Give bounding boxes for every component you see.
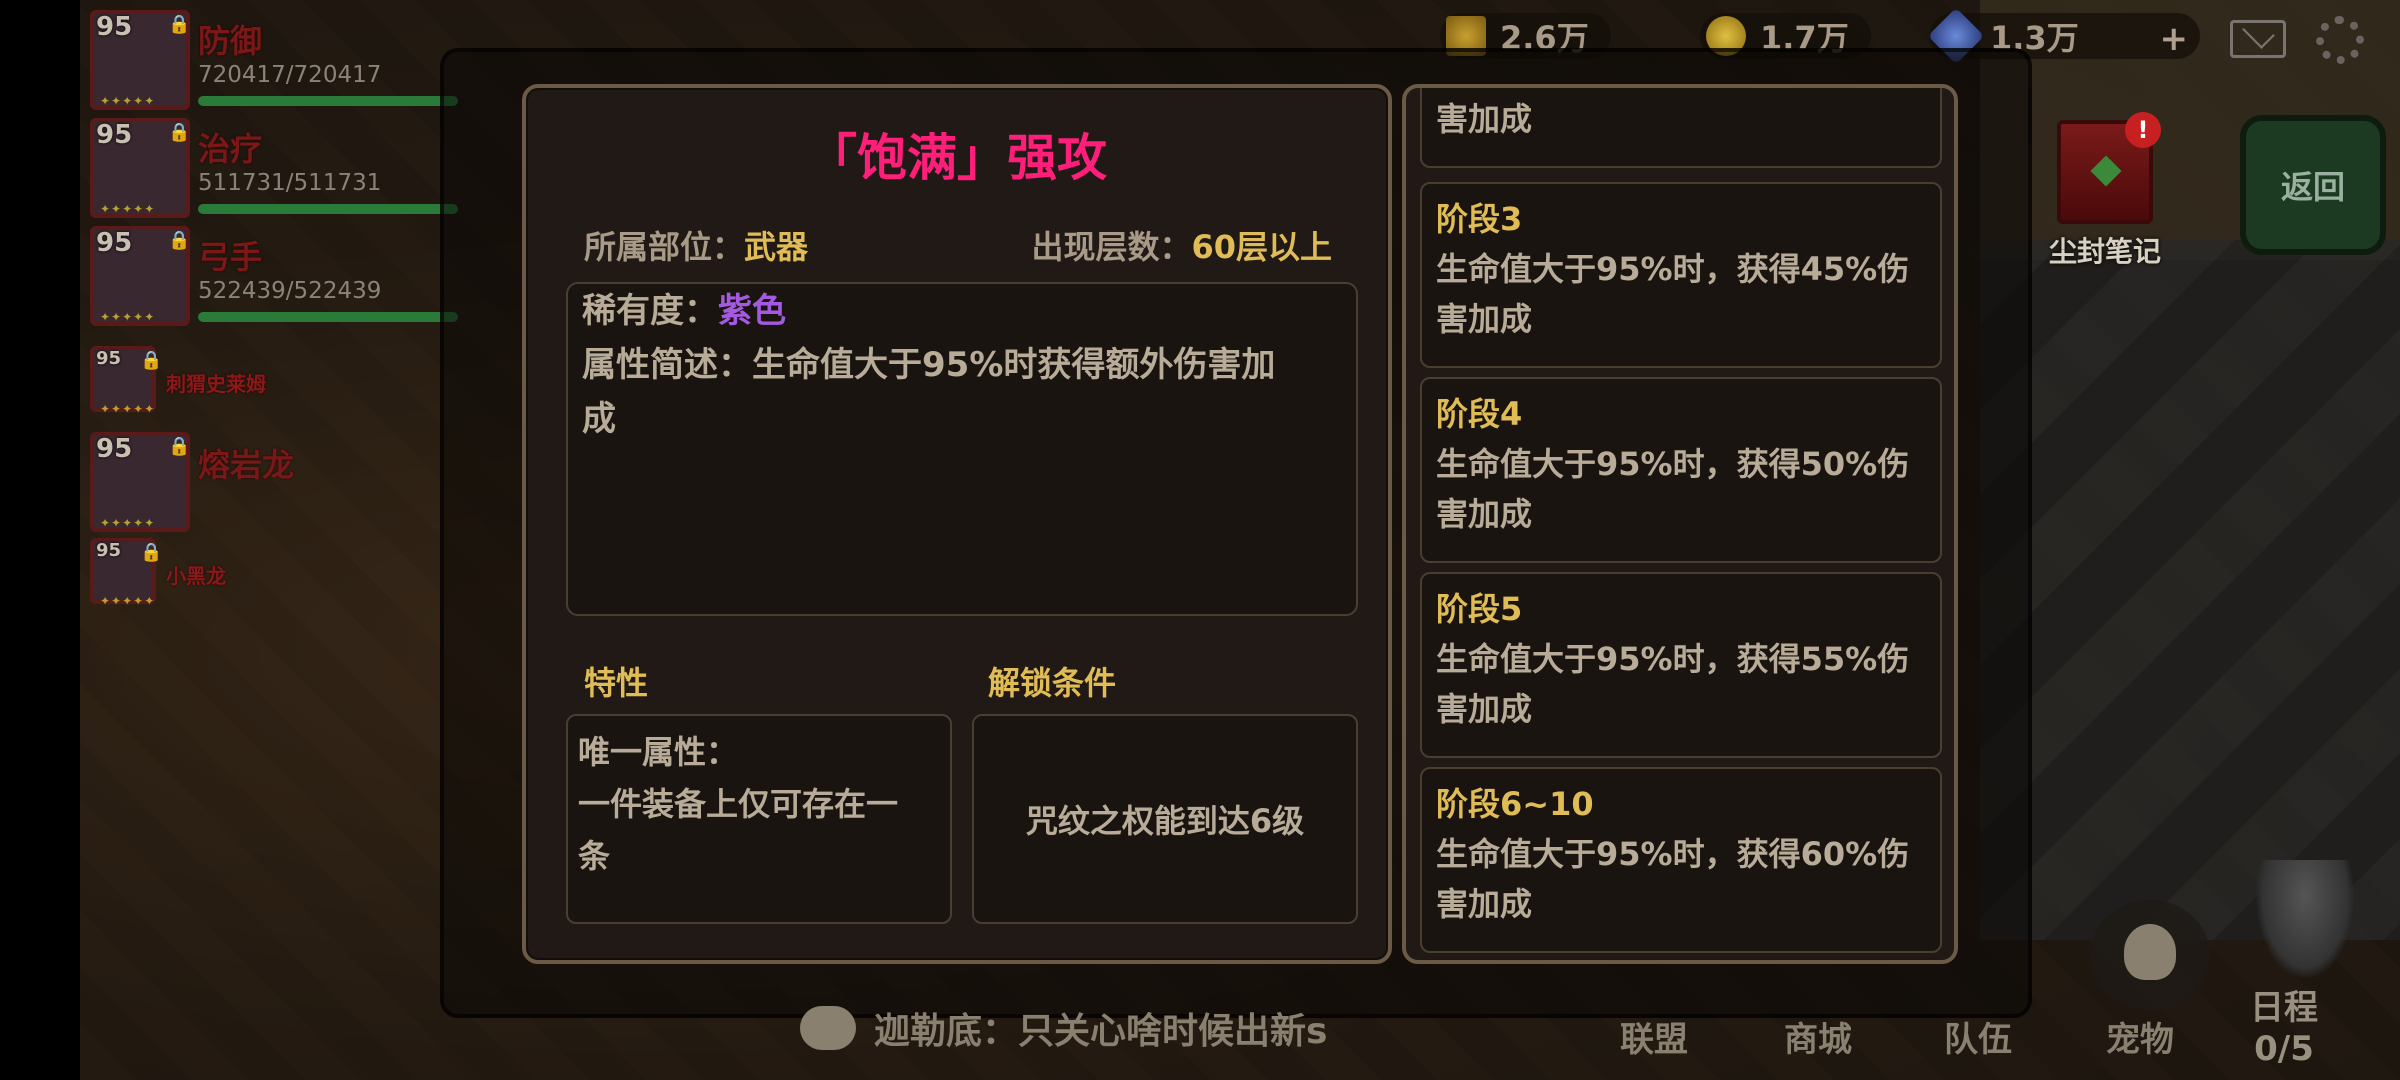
- rarity-value: 紫色: [718, 291, 786, 331]
- unlock-title: 解锁条件: [988, 664, 1117, 702]
- nav-team[interactable]: 队伍: [1944, 1012, 2012, 1061]
- chat-message: 迦勒底：只关心啥时候出新s: [874, 1011, 1328, 1052]
- dusty-notes-button[interactable]: ! 尘封笔记: [2045, 112, 2165, 270]
- floor-value: 60层以上: [1191, 228, 1332, 266]
- member-name: 小黑龙: [166, 564, 226, 588]
- lock-icon: 🔒: [140, 350, 163, 371]
- alert-badge: !: [2125, 112, 2161, 148]
- stage-title: 阶段6~10: [1436, 785, 1594, 823]
- trait-line: 唯一属性：: [578, 733, 739, 771]
- stage-desc: 害加成: [1436, 100, 1533, 138]
- mail-icon[interactable]: [2230, 20, 2286, 58]
- item-floor: 出现层数：60层以上: [1031, 222, 1332, 268]
- unlock-box: 咒纹之权能到达6级: [972, 714, 1358, 924]
- member-hp: 522439/522439: [198, 278, 382, 304]
- rarity-line: 稀有度：紫色: [582, 284, 1342, 338]
- lock-icon: 🔒: [168, 230, 191, 251]
- lock-icon: 🔒: [168, 14, 191, 35]
- return-button[interactable]: 返回: [2240, 115, 2386, 255]
- member-level: 95: [96, 12, 133, 42]
- floor-label: 出现层数：: [1031, 228, 1192, 266]
- lock-icon: 🔒: [168, 436, 191, 457]
- stage-desc: 害加成: [1436, 300, 1533, 338]
- stage-card: 阶段3 生命值大于95%时，获得45%伤 害加成: [1420, 182, 1942, 368]
- member-name: 熔岩龙: [198, 446, 295, 484]
- star-rating: ✦✦✦✦✦: [100, 516, 156, 530]
- stage-desc: 害加成: [1436, 690, 1533, 728]
- member-name: 弓手: [198, 238, 263, 276]
- summary-line: 属性简述：生命值大于95%时获得额外伤害加: [582, 345, 1276, 385]
- trait-line: 一件装备上仅可存在一: [578, 785, 899, 823]
- member-level: 95: [96, 434, 133, 464]
- hp-bar: [198, 312, 458, 322]
- paw-icon[interactable]: [2090, 900, 2210, 1010]
- stage-title: 阶段5: [1436, 590, 1523, 628]
- rarity-label: 稀有度：: [582, 291, 718, 331]
- description-box[interactable]: 稀有度：紫色 属性简述：生命值大于95%时获得额外伤害加 成: [566, 282, 1358, 616]
- stage-card: 阶段5 生命值大于95%时，获得55%伤 害加成: [1420, 572, 1942, 758]
- schedule-count: 0/5: [2254, 1029, 2314, 1069]
- trait-box: 唯一属性： 一件装备上仅可存在一 条: [566, 714, 952, 924]
- nav-alliance[interactable]: 联盟: [1620, 1012, 1688, 1061]
- stage-desc: 生命值大于95%时，获得60%伤: [1436, 835, 1910, 873]
- stage-card: 阶段6~10 生命值大于95%时，获得60%伤 害加成: [1420, 767, 1942, 953]
- star-rating: ✦✦✦✦✦: [100, 94, 156, 108]
- member-level: 95: [96, 228, 133, 258]
- member-level: 95: [96, 120, 133, 150]
- stage-desc: 害加成: [1436, 495, 1533, 533]
- item-part: 所属部位：武器: [584, 222, 808, 268]
- member-name: 治疗: [198, 130, 263, 168]
- lock-icon: 🔒: [168, 122, 191, 143]
- chat-bubble-icon: [800, 1006, 856, 1050]
- trait-title: 特性: [584, 664, 649, 702]
- member-hp: 511731/511731: [198, 170, 382, 196]
- stage-desc: 生命值大于95%时，获得55%伤: [1436, 640, 1910, 678]
- stage-title: 阶段3: [1436, 200, 1523, 238]
- part-label: 所属部位：: [584, 228, 745, 266]
- trait-line: 条: [578, 837, 611, 875]
- item-detail-panel: 「饱满」强攻 所属部位：武器 出现层数：60层以上 稀有度：紫色 属性简述：生命…: [522, 84, 1392, 964]
- star-rating: ✦✦✦✦✦: [100, 310, 156, 324]
- lock-icon: 🔒: [140, 542, 163, 563]
- member-name: 防御: [198, 22, 263, 60]
- stage-desc: 生命值大于95%时，获得50%伤: [1436, 445, 1910, 483]
- member-name: 刺猬史莱姆: [166, 372, 266, 396]
- add-gem-button[interactable]: +: [2160, 19, 2189, 59]
- letterbox-bar: [0, 0, 80, 1080]
- schedule-button[interactable]: 日程 0/5: [2250, 980, 2318, 1069]
- member-level: 95: [96, 540, 122, 561]
- hp-bar: [198, 204, 458, 214]
- hp-bar-fill: [198, 312, 458, 322]
- dusty-notes-label: 尘封笔记: [2048, 235, 2161, 268]
- gear-icon[interactable]: [2316, 16, 2364, 64]
- stage-list-panel[interactable]: 生命值大于95%时，获得40%伤 害加成 阶段3 生命值大于95%时，获得45%…: [1402, 84, 1958, 964]
- star-rating: ✦✦✦✦✦: [100, 594, 156, 608]
- unlock-text: 咒纹之权能到达6级: [1025, 802, 1305, 840]
- hooded-character-icon: [2255, 860, 2355, 980]
- chat-bar[interactable]: 迦勒底：只关心啥时候出新s: [800, 1002, 1327, 1054]
- stage-card: 阶段4 生命值大于95%时，获得50%伤 害加成: [1420, 377, 1942, 563]
- stage-title: 阶段4: [1436, 395, 1523, 433]
- game-screen: 2.6万 1.7万 1.3万 + 95 🔒 ✦✦✦✦✦ 防御 720417/720…: [0, 0, 2400, 1080]
- nav-pet[interactable]: 宠物: [2106, 1012, 2174, 1061]
- stage-desc: 生命值大于95%时，获得40%伤: [1436, 88, 1926, 94]
- stage-desc: 害加成: [1436, 885, 1533, 923]
- hp-bar-fill: [198, 96, 458, 106]
- member-hp: 720417/720417: [198, 62, 382, 88]
- summary-line: 成: [582, 399, 616, 439]
- member-level: 95: [96, 348, 122, 369]
- hp-bar: [198, 96, 458, 106]
- hp-bar-fill: [198, 204, 458, 214]
- item-title: 「饱满」强攻: [807, 129, 1107, 187]
- star-rating: ✦✦✦✦✦: [100, 202, 156, 216]
- stage-desc: 生命值大于95%时，获得45%伤: [1436, 250, 1910, 288]
- star-rating: ✦✦✦✦✦: [100, 402, 156, 416]
- schedule-label: 日程: [2250, 988, 2318, 1028]
- part-value: 武器: [744, 228, 809, 266]
- stage-card: 生命值大于95%时，获得40%伤 害加成: [1420, 88, 1942, 168]
- nav-shop[interactable]: 商城: [1784, 1012, 1852, 1061]
